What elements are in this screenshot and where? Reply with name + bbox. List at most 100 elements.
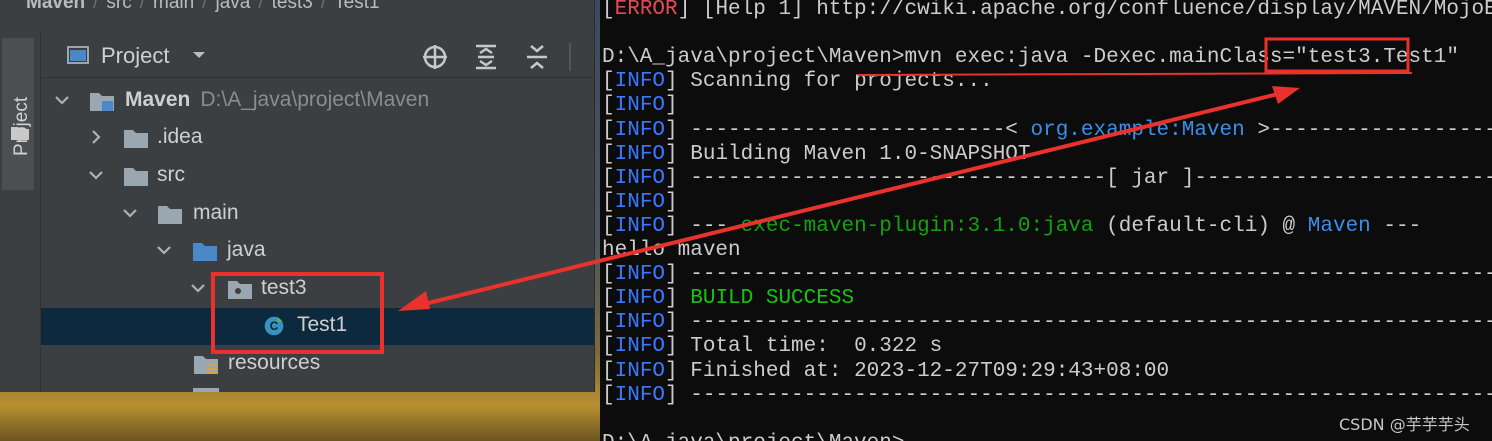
terminal-text: Scanning for projects... <box>677 70 993 94</box>
terminal-line: hello maven <box>602 239 741 263</box>
chevron-down-icon[interactable] <box>121 204 139 222</box>
expand-all-icon[interactable] <box>472 43 500 71</box>
bracket: ] <box>665 287 678 311</box>
tree-item-java[interactable]: java <box>41 233 594 270</box>
chevron-right-icon[interactable] <box>87 128 105 146</box>
breadcrumb-separator: / <box>93 0 99 13</box>
terminal-text: ----------------------------------------… <box>690 311 1492 335</box>
package-icon <box>228 281 252 299</box>
terminal-text: --- <box>677 214 741 238</box>
panel-title[interactable]: Project <box>101 43 169 69</box>
bracket: [ <box>602 263 615 287</box>
module-folder-icon <box>90 93 114 111</box>
log-level-tag: INFO <box>614 142 666 166</box>
tree-item-test1[interactable]: C Test1 <box>41 308 594 345</box>
folder-icon <box>124 130 148 148</box>
breadcrumb: Maven / src / main / java / test3 / Test1 <box>0 0 594 16</box>
chevron-down-icon[interactable] <box>189 279 207 297</box>
terminal-line: D:\A_java\project\Maven> <box>602 432 904 441</box>
tree-item-label: Test1 <box>297 313 348 336</box>
tree-item-idea[interactable]: .idea <box>41 120 594 157</box>
log-level-tag: INFO <box>614 214 666 238</box>
tree-item-label: resources <box>228 351 321 374</box>
chevron-down-icon[interactable] <box>87 166 105 184</box>
bracket: ] <box>665 335 678 359</box>
terminal-text: ---------------------------------[ jar ]… <box>690 166 1492 190</box>
chevron-down-icon[interactable] <box>53 91 71 109</box>
project-tool-window-tab[interactable]: Project <box>2 38 34 190</box>
breadcrumb-item[interactable]: Test1 <box>334 0 379 13</box>
source-folder-icon <box>193 243 217 261</box>
tree-item-partial <box>41 382 594 392</box>
bracket: [ <box>602 359 615 383</box>
tree-item-resources[interactable]: resources <box>41 346 594 383</box>
log-level-tag: INFO <box>614 70 666 94</box>
resources-folder-icon <box>194 356 218 374</box>
terminal-line: [INFO] Scanning for projects... <box>602 70 993 94</box>
tree-item-test3[interactable]: test3 <box>41 271 594 308</box>
bracket: ] <box>665 166 678 190</box>
terminal-text: [Help 1] http://cwiki.apache.org/conflue… <box>690 0 1492 21</box>
terminal-line: [INFO] ---------------------------------… <box>602 311 1492 335</box>
terminal-line: [INFO] Building Maven 1.0-SNAPSHOT <box>602 143 1031 167</box>
bracket: ] <box>677 0 691 21</box>
log-level-tag: INFO <box>614 118 666 142</box>
terminal-line: [ERROR] [Help 1] http://cwiki.apache.org… <box>602 0 1492 22</box>
tree-item-maven[interactable]: Maven D:\A_java\project\Maven <box>41 83 594 120</box>
log-level-tag: INFO <box>614 190 666 214</box>
terminal-line: [INFO] <box>602 94 678 118</box>
log-level-tag: INFO <box>614 383 666 407</box>
terminal-line: [INFO] <box>602 191 678 215</box>
breadcrumb-separator: / <box>320 0 327 13</box>
log-level-tag: INFO <box>614 311 666 335</box>
bracket: ] <box>665 118 678 142</box>
breadcrumb-item[interactable]: Maven <box>26 0 85 13</box>
terminal-window[interactable]: [ERROR] [Help 1] http://cwiki.apache.org… <box>600 0 1492 441</box>
crosshair-icon[interactable] <box>421 43 449 71</box>
project-tree: Maven D:\A_java\project\Maven .idea src m… <box>41 80 594 392</box>
tree-item-main[interactable]: main <box>41 196 594 233</box>
bracket: [ <box>602 335 615 359</box>
bracket: [ <box>602 214 615 238</box>
log-level-tag: INFO <box>614 166 666 190</box>
collapse-all-icon[interactable] <box>523 43 551 71</box>
bracket: ] <box>665 359 678 383</box>
terminal-line: [INFO] Finished at: 2023-12-27T09:29:43+… <box>602 360 1169 384</box>
terminal-text: Finished at: 2023-12-27T09:29:43+08:00 <box>677 359 1170 383</box>
bracket: [ <box>602 166 615 190</box>
bracket: ] <box>665 263 678 287</box>
bracket: [ <box>602 70 615 94</box>
ide-window: Maven / src / main / java / test3/Test1 Project … <box>0 0 595 392</box>
terminal-text: --- <box>1370 214 1422 238</box>
bracket: [ <box>602 0 615 21</box>
folder-icon <box>158 206 182 224</box>
terminal-line: [INFO] ---------------------------------… <box>602 263 1492 287</box>
tree-item-label: main <box>193 201 239 224</box>
breadcrumb-item[interactable]: main <box>153 0 194 13</box>
terminal-line: [INFO] Total time: 0.322 s <box>602 335 942 359</box>
tree-item-src[interactable]: src <box>41 158 594 195</box>
chevron-down-icon[interactable] <box>155 241 173 259</box>
terminal-line: D:\A_java\project\Maven>mvn exec:java -D… <box>602 46 1459 70</box>
breadcrumb-item[interactable]: java <box>216 0 251 13</box>
terminal-text: hello maven <box>602 239 741 262</box>
project-panel-header: Project <box>41 35 594 78</box>
breadcrumb-separator: / <box>258 0 264 13</box>
bracket: [ <box>602 94 615 118</box>
terminal-text: -------------------------< <box>677 118 1031 142</box>
bracket: ] <box>665 311 678 335</box>
terminal-text: Total time: 0.322 s <box>677 335 943 359</box>
breadcrumb-item[interactable]: test3 <box>272 0 313 13</box>
shell-prompt: D:\A_java\project\Maven> <box>602 432 904 441</box>
terminal-text: >------------------------------ <box>1257 118 1492 142</box>
folder-icon <box>124 168 148 186</box>
bracket: ] <box>665 190 678 214</box>
bracket: [ <box>602 383 615 407</box>
bracket: [ <box>602 287 615 311</box>
breadcrumb-item[interactable]: src <box>106 0 131 13</box>
bracket: [ <box>602 118 615 142</box>
chevron-down-icon[interactable] <box>191 47 207 63</box>
folder-icon <box>11 127 29 140</box>
terminal-text: ----------------------------------------… <box>690 383 1492 407</box>
log-level-tag: INFO <box>614 287 666 311</box>
